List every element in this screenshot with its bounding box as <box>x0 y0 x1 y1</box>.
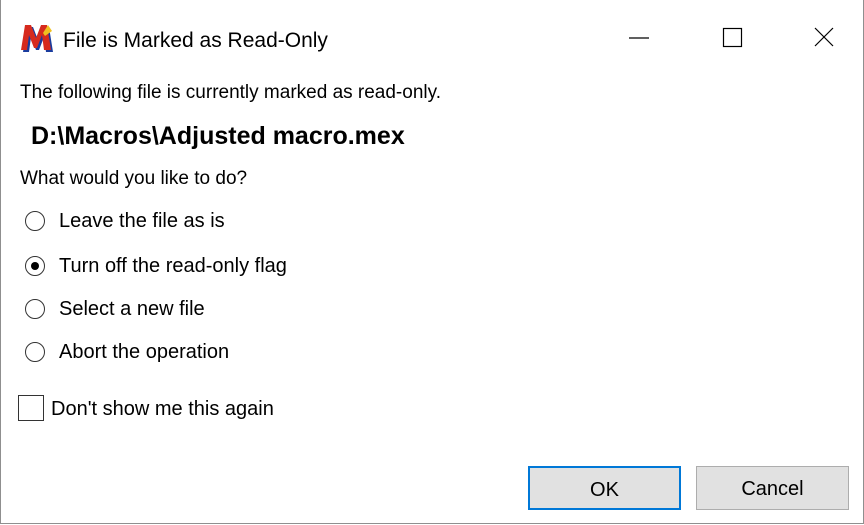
minimize-icon <box>629 37 649 39</box>
question-label: What would you like to do? <box>20 168 248 189</box>
close-button[interactable] <box>795 10 859 56</box>
radio-selected-dot <box>30 261 39 270</box>
radio-label: Select a new file <box>59 298 205 320</box>
minimize-button[interactable] <box>607 10 671 56</box>
radio-label: Abort the operation <box>59 341 230 363</box>
maximize-icon <box>722 27 743 48</box>
radio-label: Leave the file as is <box>59 210 225 232</box>
cancel-button[interactable]: Cancel <box>696 466 849 510</box>
dont-show-again-checkbox[interactable] <box>18 395 44 421</box>
close-icon <box>814 27 834 47</box>
title-bar: File is Marked as Read-Only <box>1 0 863 56</box>
window-title: File is Marked as Read-Only <box>63 29 328 52</box>
radio-label: Turn off the read-only flag <box>59 255 287 277</box>
radio-button-selected[interactable] <box>25 256 45 276</box>
radio-button[interactable] <box>25 211 45 231</box>
checkbox-label: Don't show me this again <box>51 398 274 420</box>
ok-button[interactable]: OK <box>528 466 681 510</box>
maximize-button[interactable] <box>701 10 765 56</box>
radio-button[interactable] <box>25 299 45 319</box>
radio-button[interactable] <box>25 342 45 362</box>
file-path: D:\Macros\Adjusted macro.mex <box>31 122 405 150</box>
info-message: The following file is currently marked a… <box>20 82 441 103</box>
read-only-dialog: File is Marked as Read-Only The followin… <box>0 0 864 524</box>
m-logo-icon <box>21 24 55 54</box>
